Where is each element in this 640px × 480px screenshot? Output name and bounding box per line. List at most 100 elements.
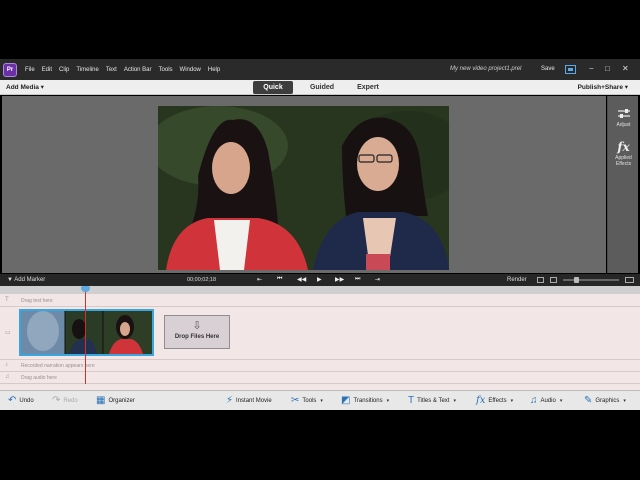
time-ruler[interactable] — [0, 286, 640, 294]
panel-menu-icon[interactable] — [625, 277, 634, 283]
lightning-icon: ⚡ — [226, 395, 234, 406]
save-button[interactable]: Save — [541, 66, 555, 72]
audio-track[interactable]: ♫ Drag audio here — [0, 372, 640, 384]
sliders-icon — [617, 109, 630, 118]
undo-button[interactable]: ↶ Undo — [8, 395, 34, 406]
narration-track[interactable]: ♪ Recorded narration appears here — [0, 360, 640, 372]
tab-quick[interactable]: Quick — [253, 81, 293, 94]
close-icon[interactable]: ✕ — [622, 64, 629, 73]
applied-effects-button[interactable]: fx Applied Effects — [608, 140, 639, 167]
titles-caret-icon: ▾ — [453, 397, 456, 404]
graphics-icon: ✎ — [584, 395, 593, 406]
transitions-button[interactable]: ◩ Transitions ▾ — [341, 395, 389, 406]
video-track-icon: ▭ — [5, 330, 11, 336]
step-back-icon[interactable]: ◀◀ — [297, 276, 306, 283]
audio-track-hint: Drag audio here — [21, 375, 57, 381]
go-to-end-icon[interactable]: ⇥ — [375, 276, 380, 283]
text-track-hint: Drag text here — [21, 298, 53, 304]
music-note-icon: ♫ — [530, 395, 538, 406]
play-icon[interactable]: ▶ — [317, 276, 322, 283]
text-track-icon: T — [5, 297, 9, 303]
add-marker-button[interactable]: ▼ Add Marker — [7, 277, 45, 283]
next-edit-icon[interactable]: ⏭ — [355, 276, 360, 283]
letterbox-bottom — [0, 411, 640, 480]
effects-caret-icon: ▾ — [510, 397, 514, 404]
zoom-slider[interactable] — [563, 279, 619, 281]
effects-label: Effects — [488, 397, 507, 404]
menu-window[interactable]: Window — [180, 67, 201, 73]
menu-edit[interactable]: Edit — [42, 67, 52, 73]
add-media-button[interactable]: Add Media ▾ — [6, 83, 44, 91]
audio-label: Audio — [540, 397, 556, 404]
previous-edit-icon[interactable]: ⏮ — [277, 276, 282, 283]
text-track[interactable]: T Drag text here — [0, 294, 640, 307]
menu-file[interactable]: File — [25, 67, 35, 73]
add-marker-label: Add Marker — [14, 277, 46, 283]
menu-text[interactable]: Text — [106, 67, 117, 73]
menu-list: File Edit Clip Timeline Text Action Bar … — [25, 67, 227, 73]
audio-caret-icon: ▾ — [559, 397, 563, 404]
menu-tools[interactable]: Tools — [159, 67, 173, 73]
video-preview[interactable] — [158, 106, 449, 270]
tools-button[interactable]: ✂ Tools ▾ — [291, 395, 323, 406]
titles-icon: T — [408, 395, 415, 406]
redo-button[interactable]: ↷ Redo — [52, 395, 78, 406]
audio-button[interactable]: ♫ Audio ▾ — [530, 395, 562, 406]
render-button[interactable]: Render — [507, 277, 527, 283]
adjust-button[interactable]: Adjust — [608, 108, 639, 128]
premiere-elements-logo-icon[interactable]: Pr — [3, 62, 17, 77]
drop-files-zone[interactable]: ⇩ Drop Files Here — [164, 315, 230, 349]
organizer-button[interactable]: ▦ Organizer — [96, 395, 135, 406]
publish-share-button[interactable]: Publish+Share ▾ — [578, 83, 628, 91]
video-frame-image — [158, 106, 449, 270]
adjust-label: Adjust — [616, 122, 631, 128]
right-panel: Adjust fx Applied Effects — [607, 96, 638, 273]
graphics-label: Graphics — [595, 397, 620, 404]
speaker-icon: ♫ — [5, 374, 10, 380]
undo-label: Undo — [19, 397, 34, 404]
transport-bar: ▼ Add Marker 00;00;02;18 ⇤ ⏮ ◀◀ ▶ ▶▶ ⏭ ⇥… — [0, 274, 640, 286]
maximize-icon[interactable]: □ — [605, 64, 610, 73]
transitions-icon: ◩ — [341, 395, 351, 406]
tools-label: Tools — [302, 397, 317, 404]
minimize-icon[interactable]: − — [589, 64, 594, 73]
titles-text-label: Titles & Text — [417, 397, 450, 404]
drop-files-label: Drop Files Here — [174, 334, 220, 340]
undo-icon: ↶ — [8, 395, 17, 406]
redo-icon: ↷ — [52, 395, 61, 406]
graphics-button[interactable]: ✎ Graphics ▾ — [584, 395, 626, 406]
mode-bar: Add Media ▾ Quick Guided Expert Publish+… — [0, 80, 640, 95]
playhead-line[interactable] — [85, 286, 86, 384]
tools-icon: ✂ — [291, 395, 300, 406]
organizer-label: Organizer — [108, 397, 135, 404]
graphics-caret-icon: ▾ — [623, 397, 626, 404]
applied-effects-label: Applied Effects — [615, 155, 632, 167]
menu-action-bar[interactable]: Action Bar — [124, 67, 152, 73]
go-to-start-icon[interactable]: ⇤ — [257, 276, 262, 283]
down-arrow-icon: ⇩ — [192, 320, 202, 332]
action-bar: ↶ Undo ↷ Redo ▦ Organizer ⚡ Instant Movi… — [0, 390, 640, 410]
timeline-view-icon[interactable] — [537, 277, 544, 283]
effects-button[interactable]: fx Effects ▾ — [476, 395, 513, 406]
fullscreen-icon[interactable] — [565, 65, 576, 74]
menu-bar: Pr File Edit Clip Timeline Text Action B… — [0, 59, 640, 80]
tab-expert[interactable]: Expert — [348, 81, 388, 94]
instant-movie-button[interactable]: ⚡ Instant Movie — [226, 395, 272, 406]
menu-timeline[interactable]: Timeline — [76, 67, 98, 73]
step-forward-icon[interactable]: ▶▶ — [335, 276, 344, 283]
zoom-slider-handle[interactable] — [574, 277, 579, 283]
fx-icon: fx — [617, 140, 630, 154]
narration-track-hint: Recorded narration appears here — [21, 363, 95, 369]
clip-thumbnails — [21, 311, 152, 354]
instant-movie-label: Instant Movie — [236, 397, 272, 404]
microphone-icon: ♪ — [5, 362, 8, 368]
tab-guided[interactable]: Guided — [302, 81, 342, 94]
tools-caret-icon: ▾ — [320, 397, 323, 404]
project-title: My new video project1.prel — [450, 66, 522, 72]
zoom-fit-icon[interactable] — [550, 277, 557, 283]
menu-clip[interactable]: Clip — [59, 67, 69, 73]
redo-label: Redo — [63, 397, 78, 404]
menu-help[interactable]: Help — [208, 67, 220, 73]
titles-text-button[interactable]: T Titles & Text ▾ — [408, 395, 456, 406]
video-clip[interactable] — [19, 309, 154, 356]
